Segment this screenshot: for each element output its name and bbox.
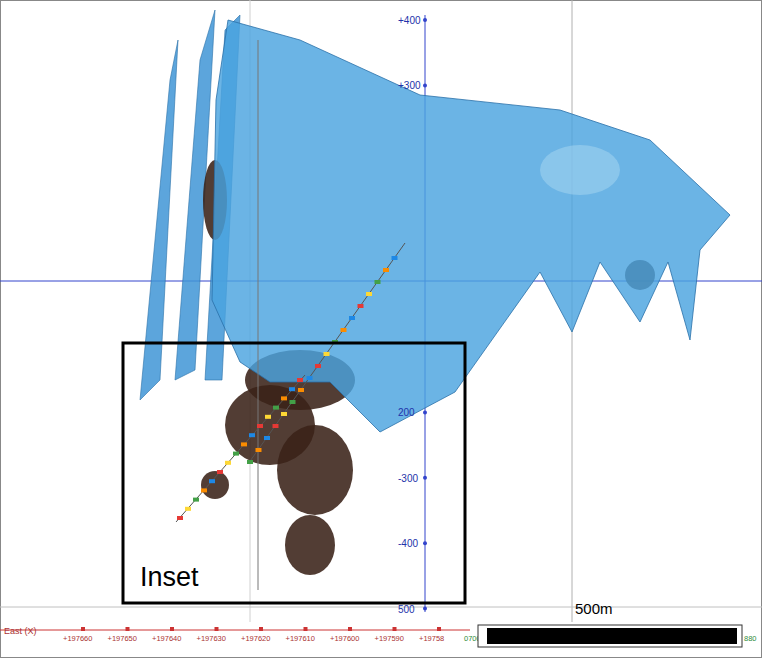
assay-marker bbox=[265, 415, 271, 419]
tick-mark bbox=[81, 627, 85, 631]
assay-marker bbox=[375, 280, 381, 284]
geology-mesh bbox=[212, 20, 730, 432]
east-tick: +197640 bbox=[152, 634, 181, 643]
tick-dot bbox=[423, 410, 427, 414]
ore-body bbox=[285, 515, 335, 575]
assay-marker bbox=[193, 498, 199, 502]
east-tick: +197660 bbox=[63, 634, 92, 643]
assay-marker bbox=[201, 488, 207, 492]
tick-dot bbox=[423, 83, 427, 87]
east-tick: +197620 bbox=[241, 634, 270, 643]
assay-marker bbox=[315, 364, 321, 368]
east-tick: +197650 bbox=[108, 634, 137, 643]
tick-dot bbox=[423, 476, 427, 480]
3d-view[interactable]: Inset +400 +300 200 -300 -400 500 East (X) +1976… bbox=[0, 0, 762, 658]
east-tick: +197630 bbox=[197, 634, 226, 643]
tick-mark bbox=[215, 627, 219, 631]
north-tick: 880 bbox=[744, 634, 757, 643]
drillhole bbox=[176, 375, 305, 522]
scale-frame bbox=[478, 625, 742, 647]
elevation-tick: 500 bbox=[398, 604, 415, 615]
tick-mark bbox=[126, 627, 130, 631]
mesh-highlight bbox=[540, 145, 620, 195]
east-axis-label: East (X) bbox=[4, 626, 37, 636]
scale-label: 500m bbox=[575, 600, 613, 617]
east-tick: +197590 bbox=[375, 634, 404, 643]
assay-marker bbox=[185, 507, 191, 511]
elevation-tick: -400 bbox=[398, 538, 418, 549]
scale-bar bbox=[487, 628, 737, 644]
tick-dot bbox=[423, 541, 427, 545]
drillhole bbox=[258, 40, 259, 590]
assay-marker bbox=[281, 396, 287, 400]
tick-mark bbox=[259, 627, 263, 631]
elevation-tick: -300 bbox=[398, 473, 418, 484]
tick-mark bbox=[304, 627, 308, 631]
assay-marker bbox=[341, 328, 347, 332]
assay-marker bbox=[289, 387, 295, 391]
assay-marker bbox=[225, 461, 231, 465]
elevation-tick: 200 bbox=[398, 407, 415, 418]
assay-marker bbox=[366, 292, 372, 296]
assay-marker bbox=[256, 448, 262, 452]
tick-mark bbox=[348, 627, 352, 631]
assay-marker bbox=[290, 400, 296, 404]
assay-marker bbox=[233, 452, 239, 456]
frame bbox=[1, 1, 762, 658]
east-tick: +197600 bbox=[330, 634, 359, 643]
elevation-tick: +300 bbox=[398, 80, 421, 91]
assay-marker bbox=[217, 470, 223, 474]
assay-marker bbox=[281, 412, 287, 416]
ore-body bbox=[201, 471, 229, 499]
assay-marker bbox=[349, 316, 355, 320]
assay-marker bbox=[307, 376, 313, 380]
inset-box bbox=[123, 343, 465, 603]
tick-dot bbox=[423, 607, 427, 611]
drillhole bbox=[248, 243, 405, 464]
assay-marker bbox=[383, 268, 389, 272]
fault-slab bbox=[140, 40, 178, 400]
assay-marker bbox=[298, 388, 304, 392]
assay-marker bbox=[241, 442, 247, 446]
inset-label: Inset bbox=[140, 562, 199, 592]
tick-mark bbox=[170, 627, 174, 631]
assay-marker bbox=[273, 406, 279, 410]
tick-mark bbox=[437, 627, 441, 631]
assay-marker bbox=[247, 460, 253, 464]
assay-marker bbox=[273, 424, 279, 428]
tick-mark bbox=[393, 627, 397, 631]
assay-marker bbox=[257, 424, 263, 428]
assay-marker bbox=[177, 516, 183, 520]
grid-line bbox=[0, 607, 762, 608]
ore-body bbox=[277, 425, 353, 515]
tick-dot bbox=[423, 18, 427, 22]
assay-marker bbox=[249, 433, 255, 437]
east-tick: +19758 bbox=[419, 634, 444, 643]
assay-marker bbox=[324, 352, 330, 356]
assay-marker bbox=[297, 378, 303, 382]
elevation-tick: +400 bbox=[398, 15, 421, 26]
assay-marker bbox=[392, 256, 398, 260]
assay-marker bbox=[264, 436, 270, 440]
assay-marker bbox=[209, 479, 215, 483]
east-axis bbox=[0, 630, 470, 631]
model-viewer: Inset +400 +300 200 -300 -400 500 East (X) +1976… bbox=[0, 0, 762, 658]
east-tick: +197610 bbox=[286, 634, 315, 643]
assay-marker bbox=[358, 304, 364, 308]
